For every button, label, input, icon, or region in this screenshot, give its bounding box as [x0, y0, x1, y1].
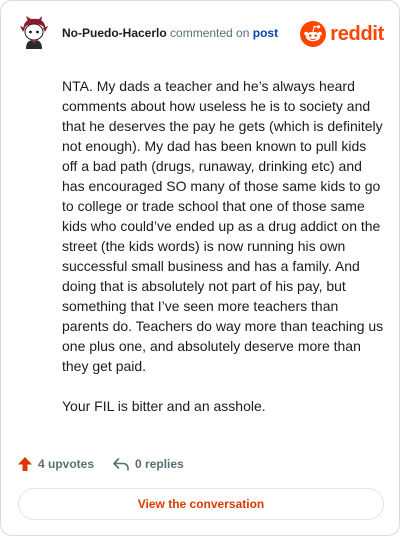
comment-paragraph: NTA. My dads a teacher and he’s always h…: [62, 78, 384, 374]
view-conversation-button[interactable]: View the conversation: [18, 488, 384, 520]
upvote-count: 4 upvotes: [38, 457, 95, 471]
username-link[interactable]: No-Puedo-Hacerlo: [62, 26, 167, 40]
post-link[interactable]: post: [253, 26, 278, 40]
upvote-button[interactable]: 4 upvotes: [17, 456, 94, 472]
reddit-wordmark: reddit: [330, 22, 384, 45]
upvote-arrow-icon: [18, 457, 32, 471]
reply-button[interactable]: 0 replies: [112, 456, 184, 472]
reply-icon: [113, 458, 129, 471]
comment-meta: No-Puedo-Hacerlo commented on post: [62, 26, 278, 40]
comment-paragraph: Your FIL is bitter and an asshole.: [62, 398, 266, 414]
comment-actions: 4 upvotes 0 replies: [17, 453, 202, 475]
comment-body: NTA. My dads a teacher and he’s always h…: [62, 76, 384, 436]
action-text: commented on: [170, 26, 250, 40]
reply-count: 0 replies: [135, 457, 184, 471]
reddit-brand[interactable]: reddit: [300, 21, 384, 47]
comment-card: No-Puedo-Hacerlo commented on post reddi…: [0, 0, 400, 536]
comment-header: No-Puedo-Hacerlo commented on post reddi…: [16, 15, 386, 51]
reddit-logo-icon: [300, 21, 327, 47]
avatar-icon[interactable]: [16, 15, 52, 51]
